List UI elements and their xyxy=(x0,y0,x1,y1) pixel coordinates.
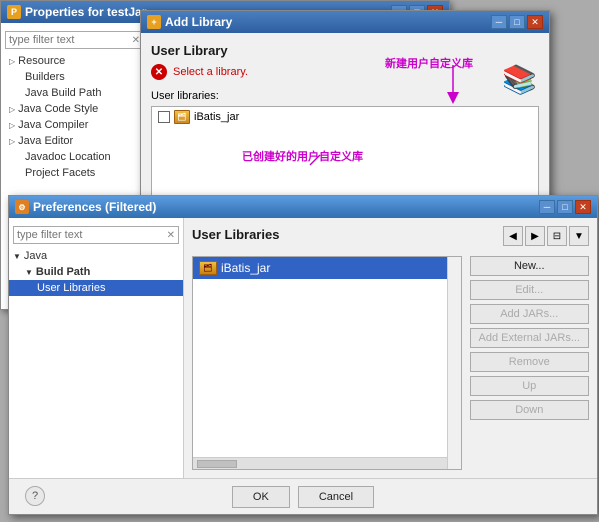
prefs-icon: ⚙ xyxy=(15,200,29,214)
add-lib-max-button[interactable]: □ xyxy=(509,15,525,29)
add-library-controls: ─ □ ✕ xyxy=(491,15,543,29)
vertical-scrollbar[interactable] xyxy=(447,257,461,469)
prefs-close-button[interactable]: ✕ xyxy=(575,200,591,214)
sidebar-item-builders[interactable]: Builders xyxy=(1,69,148,85)
filter-clear-icon[interactable]: ✕ xyxy=(167,230,175,241)
sidebar-item-java-editor[interactable]: ▷Java Editor xyxy=(1,133,148,149)
expand-icon: ▷ xyxy=(9,137,15,146)
prefs-max-button[interactable]: □ xyxy=(557,200,573,214)
prefs-main-content: User Libraries ◀ ▶ ⊟ ▼ 🗂 iBatis_jar xyxy=(184,218,597,478)
sidebar-item-java-code-style[interactable]: ▷Java Code Style xyxy=(1,101,148,117)
down-button[interactable]: Down xyxy=(470,400,590,420)
prefs-tree-java[interactable]: ▼Java xyxy=(9,248,183,264)
libs-label: User libraries: xyxy=(151,90,539,102)
preferences-dialog: ⚙ Preferences (Filtered) ─ □ ✕ ✕ ▼Java ▼… xyxy=(8,195,598,515)
ok-button[interactable]: OK xyxy=(232,486,290,508)
tree-expand-icon: ▼ xyxy=(25,268,33,277)
sidebar-item-java-build-path[interactable]: Java Build Path xyxy=(1,85,148,101)
prefs-forward-button[interactable]: ▶ xyxy=(525,226,545,246)
prefs-back-button[interactable]: ◀ xyxy=(503,226,523,246)
prefs-filter-box[interactable]: ✕ xyxy=(13,226,179,244)
add-library-title: Add Library xyxy=(165,15,232,29)
sidebar-item-project-facets[interactable]: Project Facets xyxy=(1,165,148,181)
sidebar-item-java-compiler[interactable]: ▷Java Compiler xyxy=(1,117,148,133)
up-button[interactable]: Up xyxy=(470,376,590,396)
sidebar-item-javadoc-location[interactable]: Javadoc Location xyxy=(1,149,148,165)
prefs-section-title: User Libraries xyxy=(192,227,279,242)
remove-button[interactable]: Remove xyxy=(470,352,590,372)
prefs-titlebar: ⚙ Preferences (Filtered) ─ □ ✕ xyxy=(9,196,597,218)
properties-icon: P xyxy=(7,5,21,19)
lib-jar-icon: 🗂 xyxy=(174,110,190,124)
prefs-content-area: 🗂 iBatis_jar New... Edit... Add xyxy=(192,256,589,470)
h-scrollbar-thumb[interactable] xyxy=(197,460,237,468)
prefs-lib-name: iBatis_jar xyxy=(221,261,270,275)
prefs-menu-button[interactable]: ▼ xyxy=(569,226,589,246)
prefs-tree-user-libraries[interactable]: User Libraries xyxy=(9,280,183,296)
lib-jar-icon: 🗂 xyxy=(199,261,217,275)
prefs-lib-item-ibatis[interactable]: 🗂 iBatis_jar xyxy=(193,257,461,279)
prefs-body: ✕ ▼Java ▼Build Path User Libraries User … xyxy=(9,218,597,478)
prefs-title: Preferences (Filtered) xyxy=(33,200,156,214)
lib-checkbox[interactable] xyxy=(158,111,170,123)
lib-list-item[interactable]: 🗂 iBatis_jar xyxy=(152,107,538,127)
prefs-sidebar: ✕ ▼Java ▼Build Path User Libraries xyxy=(9,218,184,478)
new-button[interactable]: New... xyxy=(470,256,590,276)
properties-filter-box[interactable]: ✕ xyxy=(5,31,144,49)
prefs-tree-build-path[interactable]: ▼Build Path xyxy=(9,264,183,280)
add-library-titlebar: + Add Library ─ □ ✕ xyxy=(141,11,549,33)
prefs-filter-input[interactable] xyxy=(17,229,165,241)
horizontal-scrollbar[interactable] xyxy=(193,457,447,469)
cancel-button[interactable]: Cancel xyxy=(298,486,374,508)
error-text: Select a library. xyxy=(173,66,248,78)
tree-expand-icon: ▼ xyxy=(13,252,21,261)
properties-filter-input[interactable] xyxy=(9,34,132,46)
edit-button[interactable]: Edit... xyxy=(470,280,590,300)
prefs-user-libs-list[interactable]: 🗂 iBatis_jar xyxy=(192,256,462,470)
properties-title: Properties for testJar xyxy=(25,5,146,19)
sidebar-item-resource[interactable]: ▷Resource xyxy=(1,53,148,69)
help-button[interactable]: ? xyxy=(25,486,45,506)
add-external-jars-button[interactable]: Add External JARs... xyxy=(470,328,590,348)
h-scrollbar-track[interactable] xyxy=(193,457,447,469)
error-icon: ✕ xyxy=(151,64,167,80)
add-library-error: ✕ Select a library. xyxy=(151,64,539,80)
lib-name: iBatis_jar xyxy=(194,111,239,123)
add-lib-close-button[interactable]: ✕ xyxy=(527,15,543,29)
add-library-icon: + xyxy=(147,15,161,29)
add-library-header: User Library xyxy=(151,43,539,58)
prefs-min-button[interactable]: ─ xyxy=(539,200,555,214)
expand-icon: ▷ xyxy=(9,105,15,114)
prefs-toolbar: ◀ ▶ ⊟ ▼ xyxy=(503,226,589,246)
expand-icon: ▷ xyxy=(9,121,15,130)
expand-icon: ▷ xyxy=(9,57,15,66)
add-jars-button[interactable]: Add JARs... xyxy=(470,304,590,324)
filter-clear-icon[interactable]: ✕ xyxy=(132,35,140,46)
prefs-window-controls: ─ □ ✕ xyxy=(539,200,591,214)
books-icon: 📚 xyxy=(502,63,537,96)
prefs-collapse-button[interactable]: ⊟ xyxy=(547,226,567,246)
prefs-action-buttons: New... Edit... Add JARs... Add External … xyxy=(470,256,590,470)
prefs-footer: ? OK Cancel xyxy=(9,478,597,514)
annotation-created-label: 已创建好的用户自定义库 xyxy=(242,148,363,164)
annotation-new-label: 新建用户自定义库 xyxy=(385,55,473,71)
add-lib-min-button[interactable]: ─ xyxy=(491,15,507,29)
